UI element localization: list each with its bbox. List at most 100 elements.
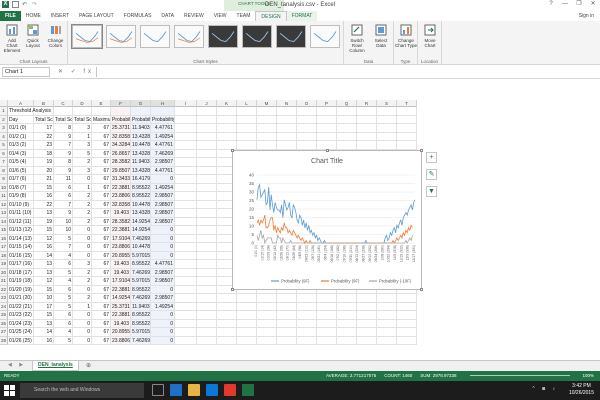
grid-cell[interactable] [197,132,217,141]
restore-button[interactable]: ❐ [572,0,586,9]
column-header[interactable]: E [92,100,111,107]
grid-cell[interactable]: 2 [73,209,92,218]
grid-cell[interactable]: 0 [151,234,175,243]
row-header[interactable]: 1 [0,107,8,116]
resize-handle-top[interactable] [326,149,329,152]
chart-style-2[interactable] [106,25,136,48]
grid-cell[interactable]: 67 [92,268,111,277]
grid-cell[interactable]: 19.403 [111,319,131,328]
grid-cell[interactable]: 01/17 (16) [8,260,34,269]
grid-cell[interactable]: 20.8955 [111,328,131,337]
grid-cell[interactable] [217,319,237,328]
grid-cell[interactable]: 15 [34,226,54,235]
grid-cell[interactable]: 19 [34,158,54,167]
grid-cell[interactable]: Probability (-10F) [151,115,175,124]
column-header[interactable]: B [34,100,54,107]
grid-cell[interactable]: 1.49254 [151,132,175,141]
grid-cell[interactable]: 67 [92,175,111,184]
grid-cell[interactable]: 10.4478 [131,200,151,209]
grid-cell[interactable] [197,234,217,243]
grid-cell[interactable] [297,336,317,345]
grid-cell[interactable] [197,336,217,345]
grid-cell[interactable] [357,328,377,337]
grid-cell[interactable] [377,132,397,141]
grid-cell[interactable]: 0 [151,328,175,337]
grid-cell[interactable]: 23.8806 [111,336,131,345]
grid-cell[interactable] [175,115,197,124]
row-header[interactable]: 12 [0,200,8,209]
grid-cell[interactable] [175,243,197,252]
grid-cell[interactable] [377,115,397,124]
grid-cell[interactable] [377,294,397,303]
zoom-slider[interactable] [470,375,570,376]
grid-cell[interactable] [197,311,217,320]
grid-cell[interactable]: 67 [92,328,111,337]
grid-cell[interactable] [397,319,417,328]
grid-cell[interactable] [197,107,217,116]
row-header[interactable]: 15 [0,226,8,235]
grid-cell[interactable]: 6 [54,285,73,294]
grid-cell[interactable]: 8.95522 [131,192,151,201]
grid-cell[interactable]: 2 [73,200,92,209]
grid-cell[interactable]: 7 [54,243,73,252]
grid-cell[interactable]: 32.8358 [111,132,131,141]
grid-cell[interactable] [357,141,377,150]
grid-cell[interactable] [197,268,217,277]
grid-cell[interactable] [337,141,357,150]
grid-cell[interactable]: 16 [34,192,54,201]
grid-cell[interactable]: 0 [73,336,92,345]
grid-cell[interactable]: 23.8806 [111,243,131,252]
grid-cell[interactable]: 0 [151,336,175,345]
grid-cell[interactable]: 9 [54,149,73,158]
chart-styles-brush-icon[interactable]: ✎ [426,169,437,180]
grid-cell[interactable] [317,107,337,116]
grid-cell[interactable]: 4 [54,277,73,286]
grid-cell[interactable]: 21 [34,175,54,184]
grid-cell[interactable] [257,311,277,320]
chart-filters-funnel-icon[interactable]: ▼ [426,186,437,197]
grid-cell[interactable]: 20.8955 [111,251,131,260]
grid-cell[interactable] [277,107,297,116]
resize-handle-top-right[interactable] [420,149,423,152]
grid-cell[interactable]: 10 [34,294,54,303]
select-all-corner[interactable] [0,100,8,107]
grid-cell[interactable] [257,107,277,116]
grid-cell[interactable]: 10 [54,217,73,226]
grid-cell[interactable]: 01/6 (5) [8,166,34,175]
taskbar-clock[interactable]: 3:42 PM 10/26/2015 [569,383,594,397]
grid-cell[interactable]: Total Scor [73,115,92,124]
grid-cell[interactable]: 5 [54,268,73,277]
row-header[interactable]: 19 [0,260,8,269]
grid-cell[interactable] [237,328,257,337]
grid-cell[interactable] [397,294,417,303]
grid-cell[interactable]: 67 [92,260,111,269]
grid-cell[interactable]: Probability [131,115,151,124]
add-chart-element-button[interactable]: Add Chart Element [2,24,22,53]
grid-cell[interactable] [357,336,377,345]
grid-cell[interactable]: 7.46269 [131,234,151,243]
resize-handle-bottom-left[interactable] [231,288,234,291]
sheet-tab-den-tanalysis[interactable]: DEN_tanalysis [32,361,79,371]
grid-cell[interactable]: 22.3881 [111,285,131,294]
grid-cell[interactable]: 2 [73,192,92,201]
grid-cell[interactable] [297,302,317,311]
edge-browser-icon[interactable] [170,384,182,396]
tab-insert[interactable]: INSERT [46,11,74,21]
grid-cell[interactable]: 01/19 (18) [8,277,34,286]
sheet-nav-arrows-icon[interactable]: ◀ ▶ [8,362,26,368]
grid-cell[interactable]: 19.403 [111,260,131,269]
formula-input[interactable] [96,67,596,77]
grid-cell[interactable]: 01/2 (1) [8,132,34,141]
grid-cell[interactable]: 10.4478 [131,141,151,150]
grid-cell[interactable] [397,336,417,345]
grid-cell[interactable]: 0 [73,175,92,184]
chart-style-4[interactable] [174,25,204,48]
grid-cell[interactable] [217,124,237,133]
grid-cell[interactable]: 22.3881 [111,311,131,320]
grid-cell[interactable]: 28.3582 [111,217,131,226]
grid-cell[interactable]: 10 [54,226,73,235]
grid-cell[interactable] [217,132,237,141]
grid-cell[interactable]: 3 [73,124,92,133]
grid-cell[interactable]: 13.4328 [131,166,151,175]
row-header[interactable]: 17 [0,243,8,252]
